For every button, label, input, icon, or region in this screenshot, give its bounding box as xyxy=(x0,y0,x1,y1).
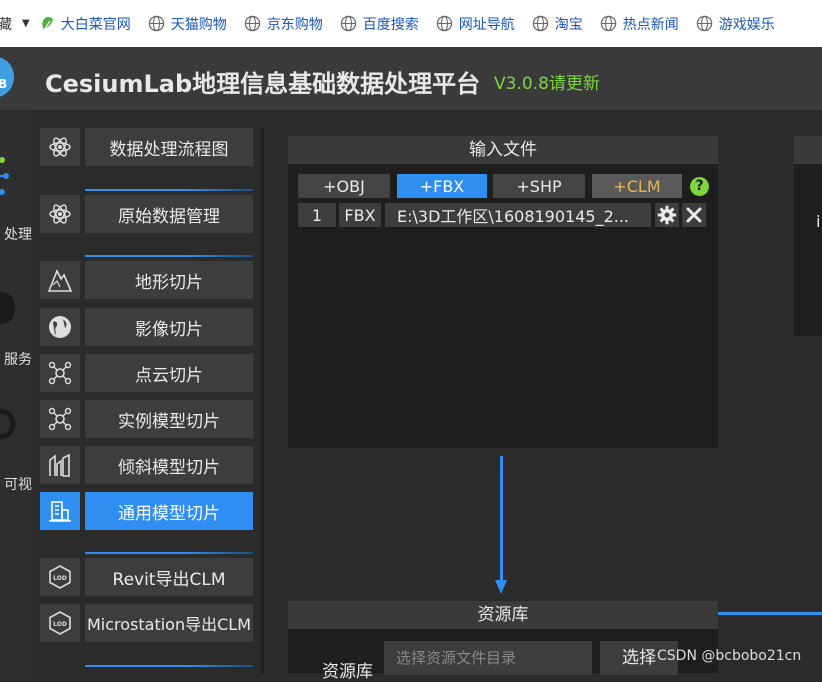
point-cloud-icon xyxy=(40,354,80,392)
flow-icon[interactable] xyxy=(0,154,16,204)
sidebar-divider xyxy=(261,128,264,673)
bookmark-baidu[interactable]: 百度搜索 xyxy=(340,14,419,34)
bookmark-nav[interactable]: 网址导航 xyxy=(436,14,515,34)
menu-item-revit-export[interactable]: LOD Revit导出CLM xyxy=(40,558,253,596)
file-row-path: E:\3D工作区\1608190145_2... xyxy=(385,203,651,227)
menu-label[interactable]: 原始数据管理 xyxy=(85,195,253,233)
bookmark-label: 京东购物 xyxy=(266,16,323,33)
bookmark-jd[interactable]: 京东购物 xyxy=(244,14,323,34)
menu-label[interactable]: Revit导出CLM xyxy=(85,558,253,596)
mountain-icon xyxy=(40,261,80,299)
menu-item-imagery[interactable]: 影像切片 xyxy=(40,308,253,346)
atom-icon xyxy=(40,128,80,166)
menu-separator xyxy=(85,255,253,257)
resource-label: 资源库 xyxy=(322,662,373,682)
panel-title: 资源库 xyxy=(288,601,718,629)
resource-panel: 资源库 资源库 选择资源文件目录 选择 xyxy=(288,601,718,682)
svg-text:LOD: LOD xyxy=(53,621,67,628)
arrow-down-icon xyxy=(495,580,507,594)
bookmark-label: 淘宝 xyxy=(554,16,583,33)
strip-item-process[interactable]: 处理 xyxy=(0,224,32,244)
lod-icon: LOD xyxy=(40,604,80,642)
menu-label[interactable]: 地形切片 xyxy=(85,261,253,299)
watermark: CSDN @bcbobo21cn xyxy=(657,648,802,664)
menu-label[interactable]: 通用模型切片 xyxy=(85,492,253,530)
strip-item-service[interactable]: 服务 xyxy=(0,349,32,369)
globe-icon xyxy=(244,15,260,32)
help-icon[interactable]: ? xyxy=(690,177,709,196)
globe-icon xyxy=(696,15,712,32)
left-nav-strip: 处理 服务 可视 xyxy=(0,110,32,673)
input-file-panel: 输入文件 +OBJ +FBX +SHP +CLM ? 1 FBX E:\3D工作… xyxy=(288,136,718,448)
menu-label[interactable]: 点云切片 xyxy=(85,354,253,392)
logo-text: B xyxy=(0,77,8,91)
bookmarks-bar: 藏 ▼ 大白菜官网 天猫购物 京东购物 百度搜索 网址导航 淘宝 热点新闻 游戏… xyxy=(0,0,822,47)
gear-icon[interactable] xyxy=(655,203,679,227)
bookmark-label: 大白菜官网 xyxy=(60,16,131,33)
model-icon xyxy=(40,492,80,530)
menu-item-general-model[interactable]: 通用模型切片 xyxy=(40,492,253,530)
add-shp-button[interactable]: +SHP xyxy=(493,174,585,198)
bookmark-taobao[interactable]: 淘宝 xyxy=(532,14,583,34)
menu-separator xyxy=(85,189,253,191)
menu-item-pointcloud[interactable]: 点云切片 xyxy=(40,354,253,392)
file-row-index: 1 xyxy=(298,203,336,227)
view-icon[interactable] xyxy=(0,406,16,442)
bookmark-label: 天猫购物 xyxy=(170,16,227,33)
add-obj-button[interactable]: +OBJ xyxy=(298,174,390,198)
globe-icon xyxy=(600,15,616,32)
flow-connector xyxy=(500,456,503,584)
bookmark-label: 百度搜索 xyxy=(362,16,419,33)
right-panel-head xyxy=(794,136,822,164)
panel-title: 输入文件 xyxy=(288,136,718,164)
strip-item-view[interactable]: 可视 xyxy=(0,474,32,494)
bookmark-news[interactable]: 热点新闻 xyxy=(600,14,679,34)
menu-item-raw-data[interactable]: 原始数据管理 xyxy=(40,195,253,233)
service-icon[interactable] xyxy=(0,290,16,326)
building-icon xyxy=(40,446,80,484)
menu-label[interactable]: 数据处理流程图 xyxy=(85,128,253,166)
atom-icon xyxy=(40,195,80,233)
menu-label[interactable]: 倾斜模型切片 xyxy=(85,446,253,484)
app-title: CesiumLab地理信息基础数据处理平台 xyxy=(45,70,481,98)
app-header: B CesiumLab地理信息基础数据处理平台 V3.0.8请更新 xyxy=(0,47,822,110)
leaf-icon xyxy=(42,16,53,30)
menu-label[interactable]: 影像切片 xyxy=(85,308,253,346)
close-icon[interactable] xyxy=(682,203,706,227)
menu-separator xyxy=(85,552,253,554)
bookmark-tmall[interactable]: 天猫购物 xyxy=(148,14,227,34)
add-clm-button[interactable]: +CLM xyxy=(592,174,682,198)
menu-item-oblique-model[interactable]: 倾斜模型切片 xyxy=(40,446,253,484)
point-cloud-icon xyxy=(40,400,80,438)
globe-icon xyxy=(436,15,452,32)
menu-item-flowchart[interactable]: 数据处理流程图 xyxy=(40,128,253,166)
add-fbx-button[interactable]: +FBX xyxy=(397,174,487,198)
menu-label[interactable]: Microstation导出CLM xyxy=(85,604,253,642)
file-row-type: FBX xyxy=(339,203,381,227)
menu-item-microstation-export[interactable]: LOD Microstation导出CLM xyxy=(40,604,253,642)
bookmark-label: 热点新闻 xyxy=(622,16,679,33)
lod-icon: LOD xyxy=(40,558,80,596)
globe-icon xyxy=(148,15,164,32)
menu-label[interactable]: 实例模型切片 xyxy=(85,400,253,438)
version-update-link[interactable]: V3.0.8请更新 xyxy=(494,69,600,94)
globe-icon xyxy=(340,15,356,32)
bookmark-label: 游戏娱乐 xyxy=(718,16,775,33)
bookmark-dabaicai[interactable]: 大白菜官网 xyxy=(38,14,131,34)
right-panel: i xyxy=(794,136,822,336)
flow-connector-horizontal xyxy=(718,612,822,615)
bookmark-games[interactable]: 游戏娱乐 xyxy=(696,14,775,34)
menu-item-instance-model[interactable]: 实例模型切片 xyxy=(40,400,253,438)
right-panel-text: i xyxy=(816,212,821,231)
menu-item-terrain[interactable]: 地形切片 xyxy=(40,261,253,299)
bookmark-label: 网址导航 xyxy=(458,16,515,33)
svg-text:LOD: LOD xyxy=(53,575,67,582)
logo: B xyxy=(0,57,14,97)
menu-separator xyxy=(85,665,253,667)
bookmark-cut-label[interactable]: 藏 xyxy=(0,14,12,34)
chevron-down-icon[interactable]: ▼ xyxy=(22,18,30,29)
globe-icon xyxy=(532,15,548,32)
resource-dir-input[interactable]: 选择资源文件目录 xyxy=(384,641,592,675)
globe-icon xyxy=(40,308,80,346)
